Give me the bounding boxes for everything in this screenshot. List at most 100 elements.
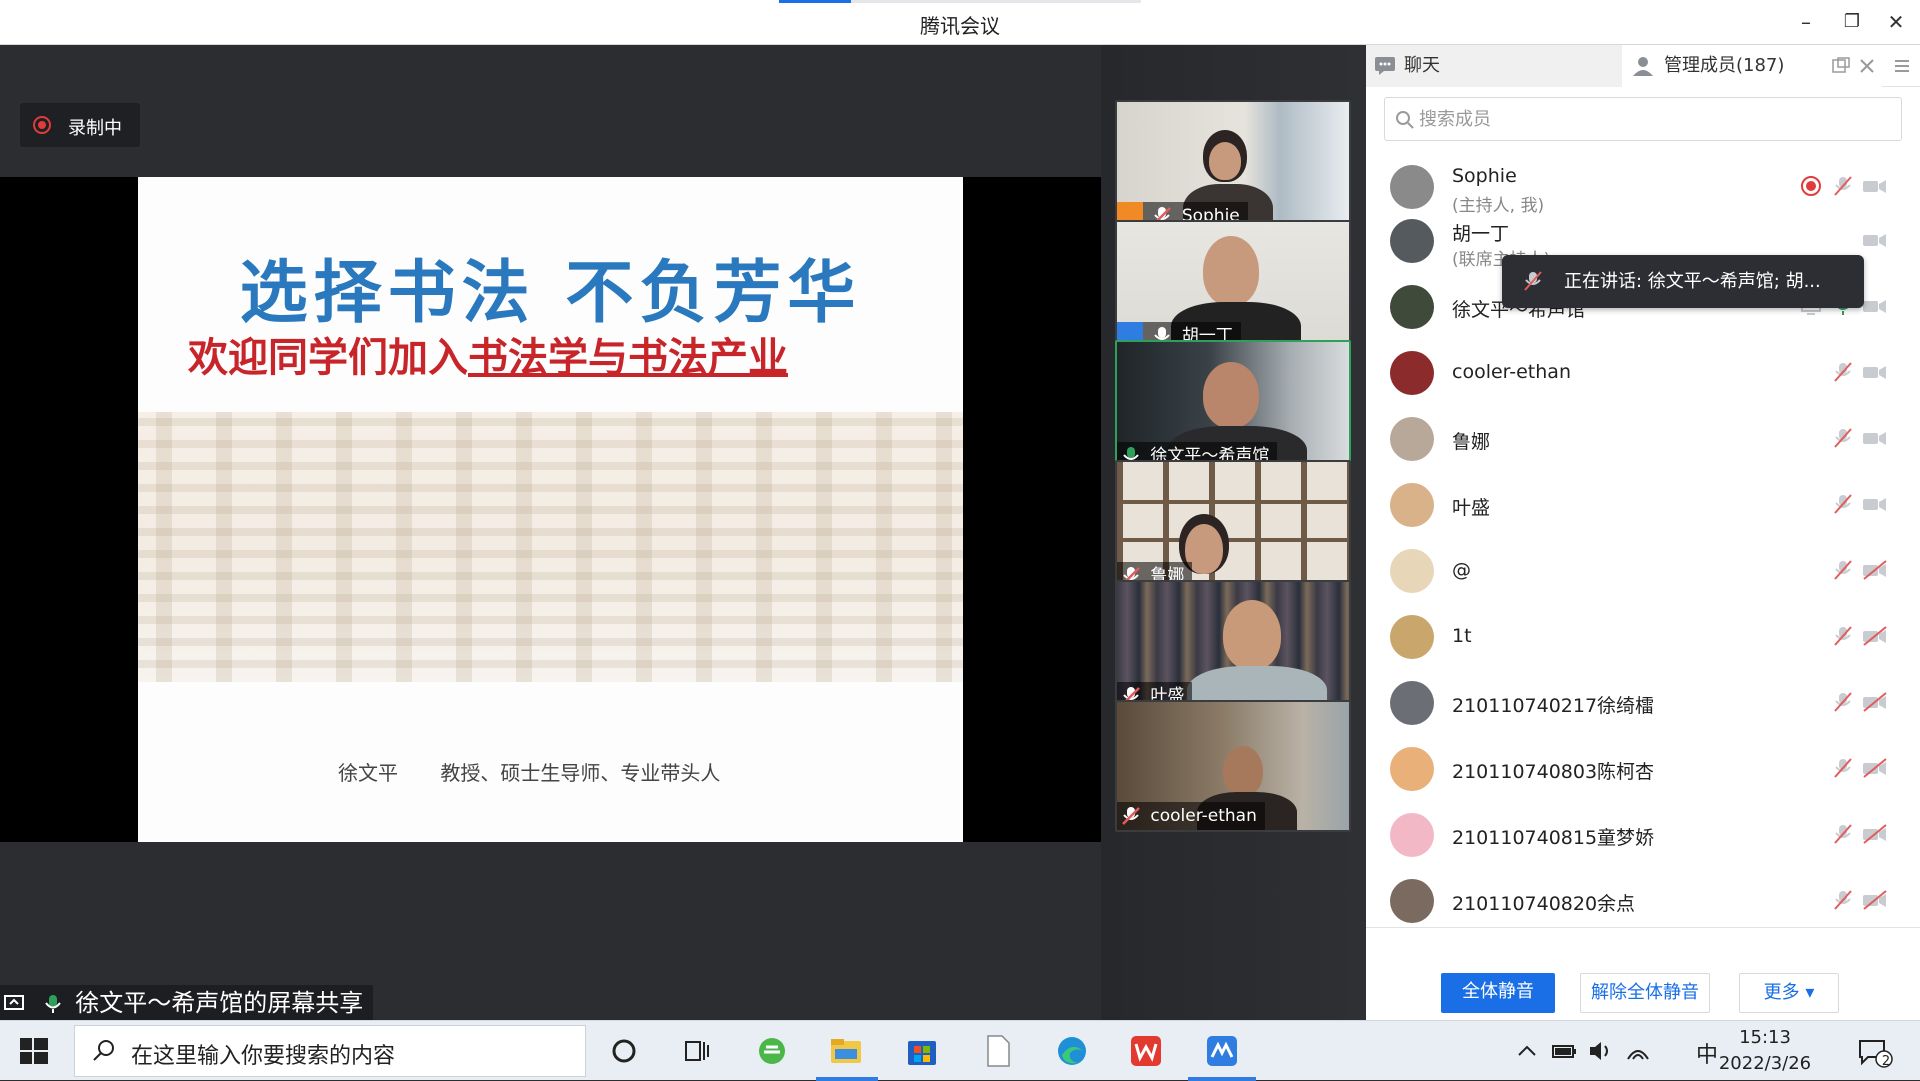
- participant-face: [1203, 236, 1259, 306]
- clock-date: 2022/3/26: [1718, 1053, 1812, 1074]
- camera-muted-icon[interactable]: [1862, 889, 1888, 911]
- camera-icon[interactable]: [1862, 427, 1888, 449]
- edge-browser-icon[interactable]: [1054, 1033, 1090, 1069]
- minimize-button[interactable]: –: [1790, 8, 1822, 36]
- mic-muted-icon[interactable]: [1832, 691, 1854, 713]
- mic-muted-icon[interactable]: [1832, 823, 1854, 845]
- camera-icon[interactable]: [1862, 295, 1888, 317]
- calligraphy-background-image: [138, 412, 963, 682]
- video-tile-lu-na[interactable]: 鲁娜: [1115, 460, 1351, 592]
- member-name: 210110740815童梦娇: [1452, 827, 1655, 849]
- screen-share-icon: [4, 995, 24, 1010]
- member-row[interactable]: 鲁娜: [1366, 407, 1920, 473]
- active-app-indicator: [816, 1077, 878, 1081]
- camera-muted-icon[interactable]: [1862, 625, 1888, 647]
- mic-muted-icon[interactable]: [1832, 427, 1854, 449]
- restore-button[interactable]: ❐: [1836, 8, 1868, 36]
- bookshelf-shelf: [1117, 500, 1349, 504]
- camera-icon[interactable]: [1862, 361, 1888, 383]
- recording-indicator[interactable]: 录制中: [20, 103, 140, 147]
- mute-all-button[interactable]: 全体静音: [1441, 973, 1555, 1013]
- battery-icon[interactable]: [1550, 1033, 1578, 1069]
- task-view-icon[interactable]: [678, 1033, 714, 1069]
- tencent-meeting-icon[interactable]: [1204, 1033, 1240, 1069]
- member-row[interactable]: 叶盛: [1366, 473, 1920, 539]
- member-row[interactable]: cooler-ethan: [1366, 341, 1920, 407]
- close-panel-icon[interactable]: [1858, 57, 1876, 75]
- window-title: 腾讯会议: [920, 14, 1000, 38]
- camera-muted-icon[interactable]: [1862, 757, 1888, 779]
- share-label: 徐文平～希声馆的屏幕共享: [0, 985, 374, 1021]
- participant-face: [1223, 746, 1263, 796]
- member-name: 210110740217徐绮檑: [1452, 695, 1655, 717]
- mic-muted-icon: [1524, 271, 1542, 291]
- slide-subtitle-underlined: 书法学与书法产业: [468, 334, 788, 381]
- camera-muted-icon[interactable]: [1862, 691, 1888, 713]
- mic-muted-icon[interactable]: [1832, 757, 1854, 779]
- file-explorer-icon[interactable]: [828, 1033, 864, 1069]
- popout-icon[interactable]: [1832, 57, 1850, 75]
- participant-face: [1203, 362, 1259, 428]
- more-button[interactable]: 更多 ▾: [1739, 973, 1839, 1013]
- camera-muted-icon[interactable]: [1862, 823, 1888, 845]
- windows-taskbar: 在这里输入你要搜索的内容 中 15:13 2022/3/26 2: [0, 1020, 1920, 1081]
- tab-chat-label: 聊天: [1404, 55, 1440, 76]
- taskbar-clock[interactable]: 15:13 2022/3/26: [1710, 1025, 1820, 1077]
- avatar: [1390, 879, 1434, 923]
- member-row[interactable]: 210110740803陈柯杏: [1366, 737, 1920, 803]
- member-row[interactable]: 210110740815童梦娇: [1366, 803, 1920, 869]
- notification-count: 2: [1881, 1054, 1891, 1069]
- unmute-all-button[interactable]: 解除全体静音: [1580, 973, 1710, 1013]
- shared-slide: 选择书法 不负芳华 欢迎同学们加入书法学与书法产业 徐文平 教授、硕士生导师、专…: [138, 177, 963, 842]
- taskbar-search-box[interactable]: 在这里输入你要搜索的内容: [74, 1025, 586, 1077]
- camera-icon[interactable]: [1862, 175, 1888, 197]
- windows-start-icon[interactable]: [18, 1035, 50, 1067]
- search-icon: [93, 1040, 114, 1061]
- camera-icon[interactable]: [1862, 229, 1888, 251]
- members-icon: [1633, 57, 1653, 76]
- volume-icon[interactable]: [1586, 1033, 1614, 1069]
- camera-muted-icon[interactable]: [1862, 559, 1888, 581]
- mic-muted-icon[interactable]: [1832, 493, 1854, 515]
- member-row[interactable]: 210110740217徐绮檑: [1366, 671, 1920, 737]
- ie-browser-icon[interactable]: [754, 1033, 790, 1069]
- member-row[interactable]: @: [1366, 539, 1920, 605]
- side-panel: 聊天 管理成员(187) Sophie (主持人, 我) 胡一丁 (联席主持人): [1366, 45, 1920, 1020]
- close-button[interactable]: ✕: [1880, 8, 1912, 36]
- wifi-icon[interactable]: [1624, 1033, 1652, 1069]
- video-tile-cooler-ethan[interactable]: cooler-ethan: [1115, 700, 1351, 832]
- progress-track: [851, 0, 1141, 3]
- mic-muted-icon[interactable]: [1832, 559, 1854, 581]
- active-app-indicator: [1188, 1077, 1256, 1081]
- video-tile-name: cooler-ethan: [1150, 806, 1257, 826]
- menu-icon[interactable]: [1892, 57, 1912, 75]
- member-name: 胡一丁: [1452, 223, 1510, 245]
- member-search-box[interactable]: [1384, 97, 1902, 141]
- wps-office-icon[interactable]: [1128, 1033, 1164, 1069]
- video-tile-sophie[interactable]: Sophie: [1115, 100, 1351, 232]
- mic-muted-icon[interactable]: [1832, 889, 1854, 911]
- share-label-text: 徐文平～希声馆的屏幕共享: [75, 989, 364, 1017]
- avatar: [1390, 615, 1434, 659]
- member-name: 210110740803陈柯杏: [1452, 761, 1655, 783]
- document-icon[interactable]: [980, 1033, 1016, 1069]
- bookshelf-shelf: [1117, 538, 1349, 542]
- member-row[interactable]: 210110740820余点: [1366, 869, 1920, 927]
- store-icon[interactable]: [904, 1033, 940, 1069]
- avatar: [1390, 417, 1434, 461]
- cortana-icon[interactable]: [606, 1033, 642, 1069]
- mic-muted-icon[interactable]: [1832, 361, 1854, 383]
- record-dot-icon: [33, 116, 51, 134]
- video-tile-xu-wenping[interactable]: 徐文平～希声馆: [1115, 340, 1351, 472]
- slide-title: 选择书法 不负芳华: [239, 253, 862, 333]
- tab-chat[interactable]: 聊天: [1366, 45, 1622, 87]
- camera-icon[interactable]: [1862, 493, 1888, 515]
- member-row[interactable]: 1t: [1366, 605, 1920, 671]
- tray-expand-icon[interactable]: [1516, 1033, 1538, 1069]
- mic-muted-icon[interactable]: [1832, 625, 1854, 647]
- mic-muted-icon[interactable]: [1832, 175, 1854, 197]
- avatar: [1390, 681, 1434, 725]
- member-search-input[interactable]: [1419, 98, 1889, 140]
- video-tile-hu-yiding[interactable]: 胡一丁: [1115, 220, 1351, 352]
- video-tile-ye-sheng[interactable]: 叶盛: [1115, 580, 1351, 712]
